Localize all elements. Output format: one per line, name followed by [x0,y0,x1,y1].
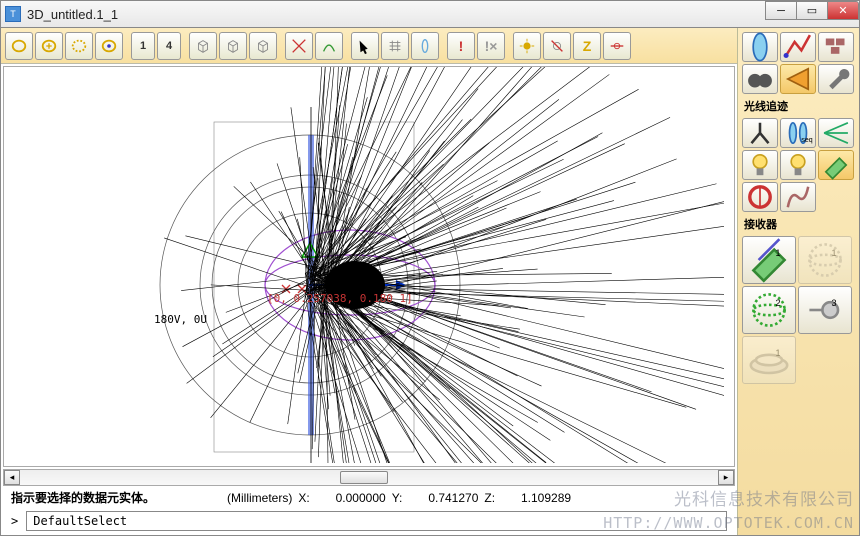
ray-cone-icon[interactable] [780,64,816,94]
scroll-left-button[interactable]: ◂ [4,470,20,485]
rt-wire[interactable] [780,182,816,212]
z-plane[interactable]: Z [573,32,601,60]
y-value: 0.741270 [408,491,478,505]
zoom-plus[interactable] [35,32,63,60]
units-label: (Millimeters) [227,491,292,505]
grid-tool[interactable] [381,32,409,60]
rt-bulb1[interactable] [742,150,778,180]
horizontal-scrollbar[interactable]: ◂ ▸ [3,469,735,486]
x-value: 0.000000 [316,491,386,505]
app-icon: T [5,6,21,22]
viewport-3d[interactable]: 180V, 0U [0, 0.257038, 0.180 1] [3,66,735,467]
light-tool[interactable] [513,32,541,60]
nosrc[interactable] [543,32,571,60]
z-value: 1.109289 [501,491,571,505]
main-toolbar: 14!!× Z [1,28,737,64]
zoom-eye[interactable] [95,32,123,60]
warn-off[interactable]: !× [477,32,505,60]
warn-tool[interactable]: ! [447,32,475,60]
arc-tool[interactable] [315,32,343,60]
command-input[interactable] [26,511,727,531]
rt-plane[interactable] [818,150,854,180]
lens-icon[interactable] [742,32,778,62]
command-row: > [1,509,737,535]
y-label: Y: [392,491,403,505]
status-prompt: 指示要选择的数据元实体。 [11,489,155,506]
scroll-right-button[interactable]: ▸ [718,470,734,485]
rx-2[interactable]: 1 [798,236,852,284]
window-title: 3D_untitled.1_1 [27,7,855,22]
rt-bulb2[interactable] [780,150,816,180]
receiver-section-label: 接收器 [744,216,855,232]
rt-3[interactable] [818,118,854,148]
axis-tool[interactable] [285,32,313,60]
rt-1[interactable] [742,118,778,148]
raytrace-section-label: 光线追迹 [744,98,855,114]
cube-front[interactable] [189,32,217,60]
view-1[interactable]: 1 [131,32,155,60]
minimize-button[interactable]: ─ [765,1,797,20]
zoom-chat[interactable] [5,32,33,60]
select-arrow[interactable] [351,32,379,60]
rx-1[interactable]: 1 [742,236,796,284]
cmd-prompt: > [11,514,18,528]
lens-tool[interactable] [411,32,439,60]
rt-circle[interactable] [742,182,778,212]
optic-axis[interactable] [603,32,631,60]
right-panel: 光线追迹 seq 接收器 11231 [737,28,859,535]
zoom-region[interactable] [65,32,93,60]
cube-side[interactable] [219,32,247,60]
binoculars-icon[interactable] [742,64,778,94]
x-label: X: [298,491,309,505]
rt-2[interactable]: seq [780,118,816,148]
rx-5[interactable]: 1 [742,336,796,384]
wrench-icon[interactable] [818,64,854,94]
status-bar: 指示要选择的数据元实体。 (Millimeters) X: 0.000000 Y… [1,486,737,509]
bricks-icon[interactable] [818,32,854,62]
path-icon[interactable] [780,32,816,62]
z-label: Z: [484,491,495,505]
close-button[interactable]: ✕ [827,1,859,20]
cube-iso[interactable] [249,32,277,60]
maximize-button[interactable]: ▭ [796,1,828,20]
view-4[interactable]: 4 [157,32,181,60]
titlebar: T 3D_untitled.1_1 ─ ▭ ✕ [0,0,860,28]
rx-4[interactable]: 3 [798,286,852,334]
rx-3[interactable]: 2 [742,286,796,334]
scroll-thumb[interactable] [340,471,388,484]
